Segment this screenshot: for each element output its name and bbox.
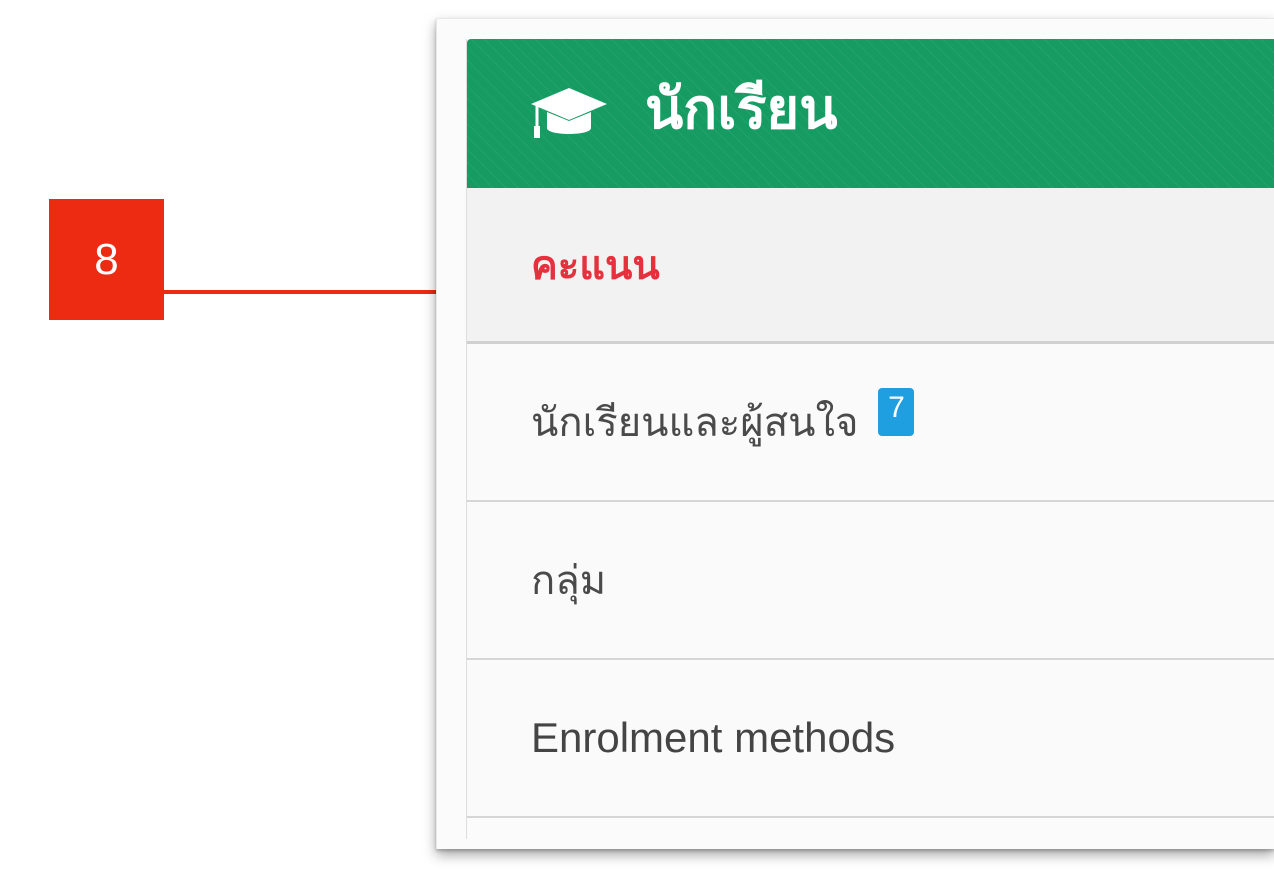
screenshot-card: นักเรียน คะแนน นักเรียนและผู้สนใจ 7 กลุ่… [436,18,1274,849]
menu-item-grades[interactable]: คะแนน [467,188,1274,344]
panel-header: นักเรียน [467,39,1274,188]
menu-item-label: คะแนน [531,242,660,289]
graduation-cap-icon [531,87,607,138]
menu-item-participants[interactable]: นักเรียนและผู้สนใจ 7 [467,344,1274,502]
menu-item-groups[interactable]: กลุ่ม [467,502,1274,660]
menu-item-label: กลุ่ม [531,558,607,604]
menu-item-label: นักเรียนและผู้สนใจ [531,400,859,446]
annotation-callout: 8 [49,199,164,320]
menu-item-enrolment-methods[interactable]: Enrolment methods [467,660,1274,818]
count-badge: 7 [878,388,915,436]
annotated-screenshot: 8 นักเรียน คะแนน นักเรียนและผู้สนใจ 7 กล… [0,0,1274,869]
annotation-number: 8 [94,234,119,284]
panel-title: นักเรียน [645,76,838,142]
menu-item-label: Enrolment methods [531,714,896,761]
student-panel: นักเรียน คะแนน นักเรียนและผู้สนใจ 7 กลุ่… [466,39,1274,839]
